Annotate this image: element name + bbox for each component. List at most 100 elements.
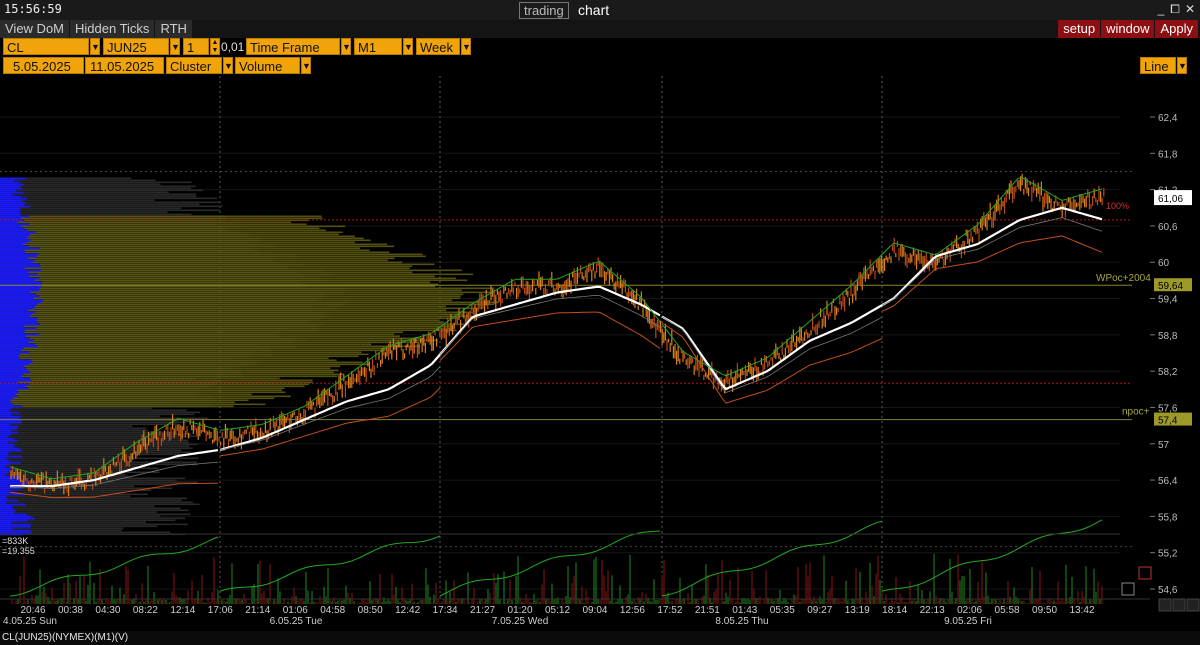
profile-olive-bar (0, 357, 329, 360)
timeframe-dropdown-icon[interactable]: ▼ (403, 38, 413, 55)
date-to-input[interactable]: 11.05.2025 (85, 57, 164, 74)
profile-gray-bar (0, 453, 181, 456)
profile-blue-bar (0, 455, 23, 458)
chart-style-dropdown-icon[interactable]: ▼ (223, 57, 233, 74)
profile-olive-bar (0, 391, 286, 394)
profile-blue-bar (0, 295, 40, 298)
profile-blue-bar (0, 209, 21, 212)
cum-delta-line (881, 519, 1103, 592)
profile-olive-bar (0, 277, 456, 280)
profile-blue-bar (0, 231, 36, 234)
profile-blue-bar (0, 183, 24, 186)
menu-rth[interactable]: RTH (155, 20, 192, 38)
profile-blue-bar (0, 191, 25, 194)
profile-gray-bar (0, 449, 182, 452)
profile-olive-bar (0, 351, 362, 354)
profile-blue-bar (0, 447, 20, 450)
line-mode-dropdown-icon[interactable]: ▼ (1177, 57, 1187, 74)
profile-blue-bar (0, 385, 26, 388)
period-select[interactable]: Week (416, 38, 460, 55)
npoc-price-label: 57,4 (1158, 416, 1178, 427)
profile-blue-bar (0, 355, 19, 358)
time-tick-label: 21:14 (245, 605, 270, 616)
profile-blue-bar (0, 519, 28, 522)
profile-blue-bar (0, 517, 36, 520)
profile-gray-bar (0, 193, 197, 196)
profile-blue-bar (0, 417, 19, 420)
profile-blue-bar (0, 411, 20, 414)
profile-gray-bar (0, 209, 221, 212)
profile-gray-bar (0, 199, 155, 202)
profile-gray-bar (0, 489, 152, 492)
profile-blue-bar (0, 345, 37, 348)
menu-bar: View DoM Hidden Ticks RTH setup window A… (0, 20, 1200, 38)
period-dropdown-icon[interactable]: ▼ (461, 38, 471, 55)
timeframe-select[interactable]: M1 (354, 38, 402, 55)
profile-olive-bar (0, 323, 465, 326)
symbol-dropdown-icon[interactable]: ▼ (90, 38, 100, 55)
close-icon[interactable]: ✕ (1184, 1, 1196, 17)
profile-gray-bar (0, 503, 200, 506)
cluster-type-select[interactable]: Volume (235, 57, 300, 74)
profile-olive-bar (0, 353, 369, 356)
profile-blue-bar (0, 449, 22, 452)
menu-window[interactable]: window (1101, 20, 1155, 38)
minimize-icon[interactable]: _ (1155, 1, 1167, 17)
profile-blue-bar (0, 409, 10, 412)
profile-olive-bar (0, 325, 453, 328)
profile-blue-bar (0, 509, 16, 512)
maximize-icon[interactable]: ⧠ (1169, 1, 1181, 17)
time-tick-label: 00:38 (58, 605, 83, 616)
timeframe-label-dropdown-icon[interactable]: ▼ (341, 38, 351, 55)
profile-blue-bar (0, 443, 15, 446)
profile-blue-bar (0, 177, 26, 180)
profile-blue-bar (0, 445, 14, 448)
profile-blue-bar (0, 529, 31, 532)
profile-blue-bar (0, 451, 9, 454)
profile-blue-bar (0, 239, 31, 242)
stepper-arrows-icon[interactable]: ▲ ▼ (210, 38, 220, 55)
line-mode-select[interactable]: Line (1140, 57, 1176, 74)
price-tick-label: 54,6 (1158, 585, 1178, 596)
profile-olive-bar (0, 341, 420, 344)
menu-view-dom[interactable]: View DoM (0, 20, 70, 38)
price-chart[interactable]: 100%WPoc+2004npoc+62,461,861,260,66059,4… (0, 76, 1200, 631)
profile-blue-bar (0, 465, 6, 468)
profile-blue-bar (0, 357, 20, 360)
price-tick-label: 57 (1158, 440, 1170, 451)
profile-gray-bar (0, 189, 203, 192)
profile-blue-bar (0, 401, 11, 404)
profile-blue-bar (0, 211, 21, 214)
contract-select[interactable]: JUN25 (103, 38, 169, 55)
time-tick-label: 13:19 (845, 605, 870, 616)
date-from-input[interactable]: 5.05.2025 (3, 57, 84, 74)
multiplier-stepper[interactable]: 1 (183, 38, 209, 55)
menu-apply[interactable]: Apply (1155, 20, 1198, 38)
profile-blue-bar (0, 327, 37, 330)
profile-gray-bar (0, 181, 192, 184)
cluster-type-dropdown-icon[interactable]: ▼ (301, 57, 311, 74)
contract-dropdown-icon[interactable]: ▼ (170, 38, 180, 55)
clock: 15:56:59 (4, 2, 62, 16)
timeframe-label[interactable]: Time Frame (246, 38, 340, 55)
profile-olive-bar (0, 389, 283, 392)
menu-setup[interactable]: setup (1058, 20, 1101, 38)
profile-blue-bar (0, 261, 33, 264)
profile-olive-bar (0, 327, 453, 330)
profile-blue-bar (0, 257, 28, 260)
profile-blue-bar (0, 463, 10, 466)
profile-blue-bar (0, 427, 18, 430)
time-tick-label: 01:43 (732, 605, 757, 616)
cum-delta-line (439, 530, 661, 597)
profile-blue-bar (0, 471, 9, 474)
profile-blue-bar (0, 441, 8, 444)
profile-blue-bar (0, 341, 29, 344)
menu-hidden-ticks[interactable]: Hidden Ticks (70, 20, 155, 38)
profile-blue-bar (0, 311, 36, 314)
profile-blue-bar (0, 515, 31, 518)
profile-olive-bar (0, 295, 461, 298)
profile-olive-bar (0, 237, 364, 240)
symbol-select[interactable]: CL (3, 38, 89, 55)
chart-style-select[interactable]: Cluster (166, 57, 222, 74)
profile-olive-bar (0, 379, 313, 382)
